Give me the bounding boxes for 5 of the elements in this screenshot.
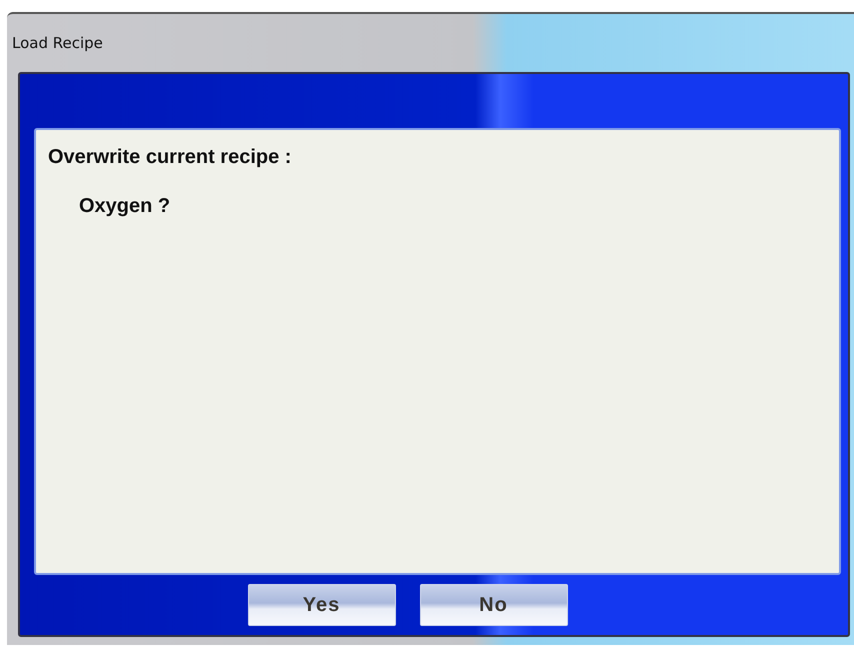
recipe-name: Oxygen ? — [79, 195, 172, 218]
message-text: Overwrite current recipe : — [48, 146, 292, 169]
yes-button[interactable]: Yes — [248, 584, 396, 626]
window-title: Load Recipe — [12, 34, 103, 52]
no-button[interactable]: No — [420, 584, 568, 626]
